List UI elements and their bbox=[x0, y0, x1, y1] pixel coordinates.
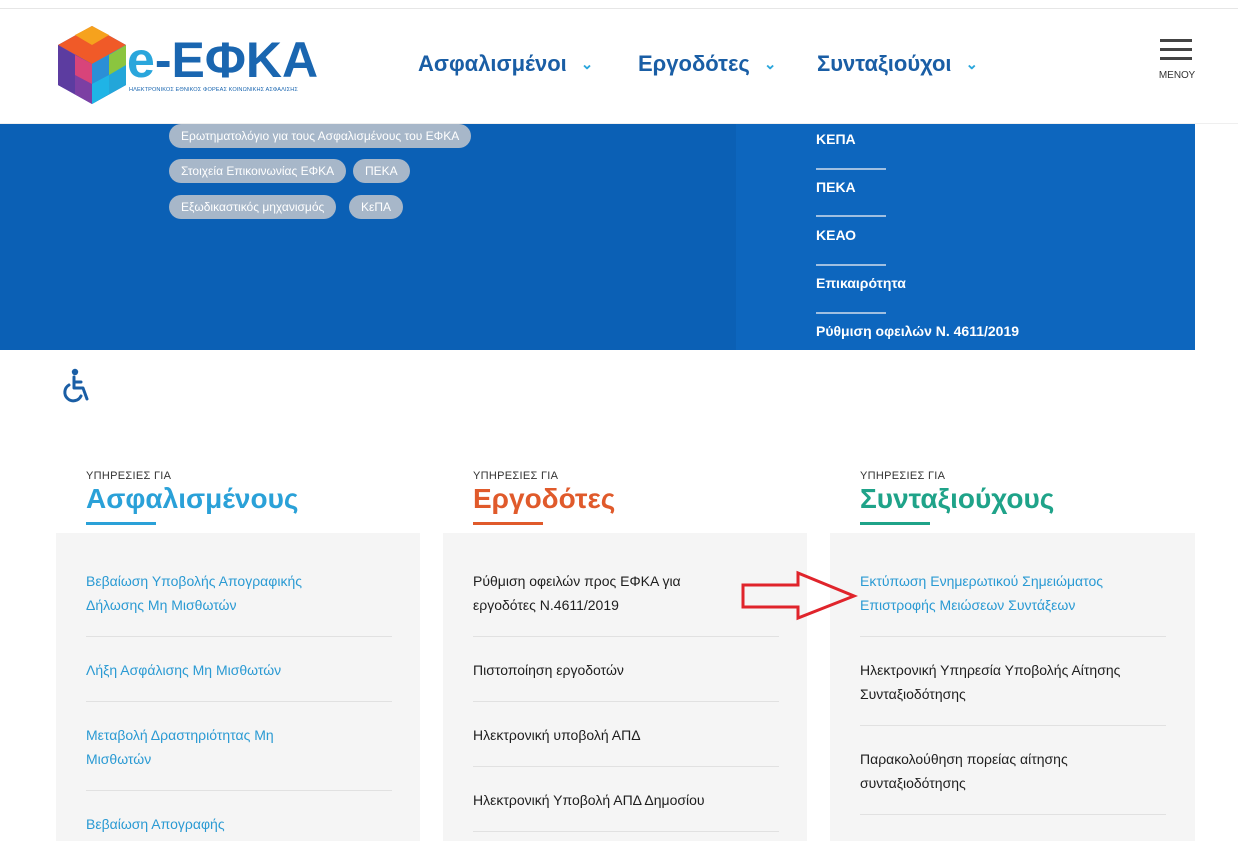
divider bbox=[860, 814, 1166, 815]
list-item[interactable]: Πιστοποίηση εργοδοτών bbox=[473, 658, 624, 682]
nav-insured[interactable]: Ασφαλισμένοι ⌄ bbox=[418, 51, 593, 77]
right-link-peka[interactable]: ΠΕΚΑ bbox=[816, 179, 856, 195]
column-pensioners-heading: ΥΠΗΡΕΣΙΕΣ ΓΙΑ Συνταξιούχους bbox=[860, 470, 1054, 525]
list-item[interactable]: Εκτύπωση Ενημερωτικού Σημειώματος Επιστρ… bbox=[860, 569, 1103, 617]
item-line: Συνταξιοδότησης bbox=[860, 686, 966, 702]
list-item[interactable]: Βεβαίωση Υποβολής Απογραφικής Δήλωσης Μη… bbox=[86, 569, 302, 617]
item-line: Μισθωτών bbox=[86, 751, 152, 767]
item-line: Μεταβολή Δραστηριότητας Μη bbox=[86, 727, 274, 743]
item-line: Πιστοποίηση εργοδοτών bbox=[473, 662, 624, 678]
list-item[interactable]: Ηλεκτρονική υποβολή ΑΠΔ bbox=[473, 723, 641, 747]
efka-logo[interactable]: e-ΕΦΚΑ ΗΛΕΚΤΡΟΝΙΚΟΣ ΕΘΝΙΚΟΣ ΦΟΡΕΑΣ ΚΟΙΝΩ… bbox=[55, 24, 325, 106]
right-link-debt-settlement[interactable]: Ρύθμιση οφειλών Ν. 4611/2019 bbox=[816, 323, 1019, 339]
title-underline bbox=[473, 522, 543, 525]
divider bbox=[816, 312, 886, 314]
divider bbox=[473, 701, 779, 702]
item-line: Βεβαίωση Υποβολής Απογραφικής bbox=[86, 573, 303, 589]
column-insured-card: Βεβαίωση Υποβολής Απογραφικής Δήλωσης Μη… bbox=[56, 533, 420, 841]
chevron-down-icon: ⌄ bbox=[965, 56, 979, 73]
nav-employers[interactable]: Εργοδότες ⌄ bbox=[638, 51, 776, 77]
chevron-down-icon: ⌄ bbox=[580, 56, 594, 73]
column-pensioners-card: Εκτύπωση Ενημερωτικού Σημειώματος Επιστρ… bbox=[830, 533, 1195, 841]
logo-subtitle: ΗΛΕΚΤΡΟΝΙΚΟΣ ΕΘΝΙΚΟΣ ΦΟΡΕΑΣ ΚΟΙΝΩΝΙΚΗΣ Α… bbox=[129, 87, 298, 93]
item-line: Ηλεκτρονική υποβολή ΑΠΔ bbox=[473, 727, 641, 743]
item-line: Παρακολούθηση πορείας αίτησης bbox=[860, 751, 1068, 767]
tag-contact[interactable]: Στοιχεία Επικοινωνίας ΕΦΚΑ bbox=[169, 159, 347, 183]
hamburger-icon bbox=[1160, 39, 1192, 42]
column-kicker: ΥΠΗΡΕΣΙΕΣ ΓΙΑ bbox=[473, 470, 559, 482]
tag-out-of-court[interactable]: Εξωδικαστικός μηχανισμός bbox=[169, 195, 337, 219]
divider bbox=[86, 790, 392, 791]
nav-insured-label: Ασφαλισμένοι bbox=[418, 51, 567, 76]
tag-kepa[interactable]: ΚεΠΑ bbox=[349, 195, 404, 219]
menu-button[interactable]: ΜΕΝΟΥ bbox=[1158, 37, 1196, 82]
wheelchair-icon[interactable] bbox=[60, 368, 92, 404]
list-item[interactable]: Λήξη Ασφάλισης Μη Μισθωτών bbox=[86, 658, 281, 682]
divider bbox=[860, 636, 1166, 637]
right-link-kepa[interactable]: ΚΕΠΑ bbox=[816, 131, 856, 147]
divider bbox=[860, 725, 1166, 726]
title-underline bbox=[86, 522, 156, 525]
list-item[interactable]: Μεταβολή Δραστηριότητας Μη Μισθωτών bbox=[86, 723, 274, 771]
right-link-keao[interactable]: ΚΕΑΟ bbox=[816, 227, 856, 243]
hero-band-right bbox=[736, 124, 1195, 350]
item-line: εργοδότες Ν.4611/2019 bbox=[473, 597, 619, 613]
item-line: συνταξιοδότησης bbox=[860, 775, 966, 791]
divider bbox=[473, 831, 779, 832]
item-line: Εκτύπωση Ενημερωτικού Σημειώματος bbox=[860, 573, 1103, 589]
menu-label: ΜΕΝΟΥ bbox=[1158, 70, 1196, 81]
site-header: e-ΕΦΚΑ ΗΛΕΚΤΡΟΝΙΚΟΣ ΕΘΝΙΚΟΣ ΦΟΡΕΑΣ ΚΟΙΝΩ… bbox=[0, 9, 1238, 124]
top-border bbox=[0, 0, 1238, 9]
column-insured-heading: ΥΠΗΡΕΣΙΕΣ ΓΙΑ Ασφαλισμένους bbox=[86, 470, 298, 525]
red-arrow-annotation bbox=[741, 570, 858, 621]
divider bbox=[473, 636, 779, 637]
tag-peka[interactable]: ΠΕΚΑ bbox=[353, 159, 410, 183]
cube-logo-icon bbox=[58, 26, 126, 104]
column-employers-heading: ΥΠΗΡΕΣΙΕΣ ΓΙΑ Εργοδότες bbox=[473, 470, 615, 525]
divider bbox=[816, 215, 886, 217]
column-kicker: ΥΠΗΡΕΣΙΕΣ ΓΙΑ bbox=[86, 470, 172, 482]
list-item[interactable]: Ηλεκτρονική Υπηρεσία Υποβολής Αίτησης Συ… bbox=[860, 658, 1120, 706]
item-line: Επιστροφής Μειώσεων Συντάξεων bbox=[860, 597, 1076, 613]
divider bbox=[86, 636, 392, 637]
divider bbox=[473, 766, 779, 767]
item-line: Βεβαίωση Απογραφής bbox=[86, 816, 225, 832]
nav-pensioners[interactable]: Συνταξιούχοι ⌄ bbox=[817, 51, 978, 77]
list-item[interactable]: Παρακολούθηση πορείας αίτησης συνταξιοδό… bbox=[860, 747, 1068, 795]
divider bbox=[816, 264, 886, 266]
tag-questionnaire[interactable]: Ερωτηματολόγιο για τους Ασφαλισμένους το… bbox=[169, 124, 472, 148]
divider bbox=[816, 168, 886, 170]
hamburger-bar bbox=[1160, 48, 1192, 51]
column-title: Συνταξιούχους bbox=[860, 483, 1055, 514]
hamburger-bar bbox=[1160, 57, 1192, 60]
list-item[interactable]: Ρύθμιση οφειλών προς ΕΦΚΑ για εργοδότες … bbox=[473, 569, 681, 617]
item-line: Δήλωσης Μη Μισθωτών bbox=[86, 597, 237, 613]
nav-employers-label: Εργοδότες bbox=[638, 51, 750, 76]
item-line: Ηλεκτρονική Υπηρεσία Υποβολής Αίτησης bbox=[860, 662, 1121, 678]
list-item[interactable]: Βεβαίωση Απογραφής bbox=[86, 812, 225, 836]
chevron-down-icon: ⌄ bbox=[763, 56, 777, 73]
logo-wordmark: e-ΕΦΚΑ bbox=[127, 32, 319, 88]
nav-pensioners-label: Συνταξιούχοι bbox=[817, 51, 952, 76]
item-line: Ηλεκτρονική Υποβολή ΑΠΔ Δημοσίου bbox=[473, 792, 705, 808]
item-line: Ρύθμιση οφειλών προς ΕΦΚΑ για bbox=[473, 573, 681, 589]
column-kicker: ΥΠΗΡΕΣΙΕΣ ΓΙΑ bbox=[860, 470, 946, 482]
list-item[interactable]: Ηλεκτρονική Υποβολή ΑΠΔ Δημοσίου bbox=[473, 788, 705, 812]
divider bbox=[86, 701, 392, 702]
column-title: Ασφαλισμένους bbox=[86, 483, 299, 514]
right-link-news[interactable]: Επικαιρότητα bbox=[816, 275, 906, 291]
item-line: Λήξη Ασφάλισης Μη Μισθωτών bbox=[86, 662, 282, 678]
title-underline bbox=[860, 522, 930, 525]
column-title: Εργοδότες bbox=[473, 483, 616, 514]
